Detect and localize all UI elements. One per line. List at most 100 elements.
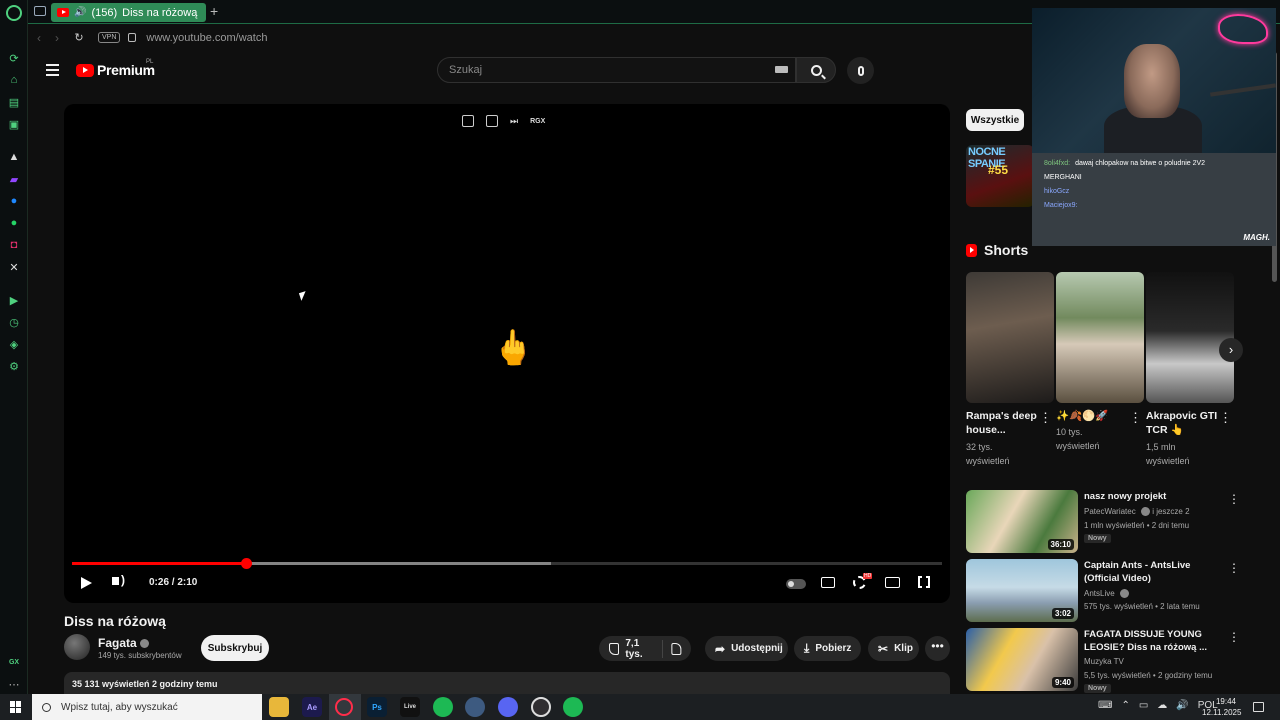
recommended-thumbnail[interactable]: NOCNE SPANIE #55 [966,145,1034,207]
volume-tray-icon[interactable]: 🔊 [1176,700,1188,711]
short-menu-icon[interactable]: ⋮ [1129,411,1142,424]
volume-icon[interactable] [112,573,125,587]
url-field[interactable]: www.youtube.com/watch [146,32,267,44]
gx-label-icon[interactable]: GX [7,655,21,669]
search-input[interactable]: Szukaj [437,57,796,83]
bag-icon[interactable]: ⌂ [7,73,21,87]
recommendation-title[interactable]: nasz nowy projekt [1084,490,1212,503]
whatsapp-icon[interactable]: ● [7,216,21,230]
tab-islands-icon[interactable] [34,6,46,16]
short-menu-icon[interactable]: ⋮ [1039,411,1052,424]
lock-icon[interactable] [128,33,137,42]
recommendation-title[interactable]: FAGATA DISSUJE YOUNG LEOSIE? Diss na róż… [1084,628,1212,654]
more-icon[interactable]: ⋯ [7,677,21,691]
keyboard-icon[interactable] [775,66,788,73]
short-thumbnail[interactable] [966,272,1054,403]
short-title[interactable]: ✨🍂🌕🚀 [1056,409,1128,423]
extensions-icon[interactable]: ◈ [7,337,21,351]
channel-avatar[interactable] [64,634,90,660]
share-button[interactable]: ➦ Udostępnij [705,636,788,661]
short-thumbnail[interactable] [1146,272,1234,403]
recommendation-item[interactable]: 3:02 Captain Ants - AntsLive (Official V… [966,559,1240,623]
recommendation-thumbnail[interactable]: 3:02 [966,559,1078,622]
music-icon[interactable]: ▣ [7,117,21,131]
recommendation-item[interactable]: 36:10 nasz nowy projekt PatecWariatec i … [966,490,1240,554]
obs-icon[interactable] [531,697,551,717]
x-icon[interactable]: ✕ [7,260,21,274]
recommendation-menu-icon[interactable]: ⋮ [1228,630,1240,644]
progress-scrubber[interactable] [241,558,252,569]
aria-icon[interactable]: ▲ [7,150,21,164]
spotify-icon[interactable] [433,697,453,717]
instagram-icon[interactable]: ◘ [7,238,21,252]
settings-icon[interactable]: ⚙ [7,359,21,373]
player-icon[interactable]: ▶ [7,293,21,307]
channel-name-row[interactable]: Fagata [98,636,149,650]
spotify-icon[interactable] [563,697,583,717]
recommendation-channel[interactable]: AntsLive [1084,589,1129,599]
cloud-icon[interactable]: ☁ [1157,700,1167,711]
recommendation-thumbnail[interactable]: 9:40 [966,628,1078,691]
back-icon[interactable]: ‹ [30,31,48,45]
skip-icon[interactable]: ⏭ [510,116,518,127]
like-count[interactable]: 7,1 tys. [625,638,653,660]
dislike-icon[interactable] [670,642,681,655]
download-button[interactable]: ⤓ Pobierz [794,636,861,661]
description-box[interactable]: 35 131 wyświetleń 2 godziny temu [64,672,950,694]
recommendation-menu-icon[interactable]: ⋮ [1228,492,1240,506]
opera-gx-logo[interactable] [6,5,22,21]
search-button[interactable] [796,57,836,83]
ccleaner-icon[interactable] [465,697,485,717]
new-tab-icon[interactable]: + [210,4,218,18]
network-icon[interactable]: ▭ [1139,700,1148,711]
theater-mode-icon[interactable] [885,577,900,588]
recommendation-item[interactable]: 9:40 FAGATA DISSUJE YOUNG LEOSIE? Diss n… [966,628,1240,693]
share-icon[interactable] [486,115,498,127]
reload-icon[interactable]: ↻ [70,31,88,44]
recommendation-title[interactable]: Captain Ants - AntsLive (Official Video) [1084,559,1212,585]
short-menu-icon[interactable]: ⋮ [1219,411,1232,424]
discord-icon[interactable] [498,697,518,717]
speaker-icon[interactable]: 🔊 [74,7,86,18]
twitch-icon[interactable]: ▰ [7,172,21,186]
notifications-icon[interactable] [1253,702,1264,712]
short-title[interactable]: Rampa's deep house... [966,409,1038,437]
twitch-icon[interactable]: ▤ [7,95,21,109]
keyboard-tray-icon[interactable]: ⌨ [1098,700,1112,711]
short-thumbnail[interactable] [1056,272,1144,403]
video-player[interactable]: ⏭ RGX 🖕 0:26 / 2:10 HD [64,104,950,603]
taskbar-search[interactable]: Wpisz tutaj, aby wyszukać [32,694,262,720]
subtitles-icon[interactable] [821,577,835,588]
progress-bar[interactable] [72,558,942,569]
youtube-logo[interactable]: Premium PL [76,59,155,78]
rgx-label[interactable]: RGX [530,118,545,125]
shorts-next-icon[interactable]: › [1219,338,1243,362]
autoplay-toggle[interactable] [786,579,806,589]
file-explorer-icon[interactable] [269,697,289,717]
channel-name[interactable]: Fagata [98,636,137,650]
after-effects-icon[interactable]: Ae [302,697,322,717]
chevron-up-icon[interactable]: ⌃ [1121,700,1129,711]
forward-icon[interactable]: › [48,31,66,45]
opera-gx-icon[interactable] [335,698,353,716]
photoshop-icon[interactable]: Ps [367,697,387,717]
fullscreen-icon[interactable] [918,576,930,588]
recommendation-channel[interactable]: PatecWariatec i jeszcze 2 [1084,507,1190,517]
chip-all[interactable]: Wszystkie [966,109,1024,131]
voice-search-button[interactable] [847,57,874,84]
clip-button[interactable]: ✂ Klip [868,636,919,661]
vpn-badge[interactable]: VPN [98,32,121,43]
recommendation-thumbnail[interactable]: 36:10 [966,490,1078,553]
recommendation-channel[interactable]: Muzyka TV [1084,657,1124,666]
taskbar-clock[interactable]: 19:44 12.11.2025 [1202,696,1241,718]
messenger-icon[interactable]: ● [7,194,21,208]
speed-dial-icon[interactable]: ⟳ [7,51,21,65]
like-icon[interactable] [609,642,620,655]
popout-icon[interactable] [462,115,474,127]
menu-icon[interactable] [46,64,59,79]
play-icon[interactable] [81,577,92,589]
browser-tab-youtube[interactable]: 🔊 (156) Diss na różową [51,3,206,22]
more-actions-button[interactable]: ••• [925,636,950,661]
subscribe-button[interactable]: Subskrybuj [201,635,269,661]
live-icon[interactable]: Live [400,697,420,717]
